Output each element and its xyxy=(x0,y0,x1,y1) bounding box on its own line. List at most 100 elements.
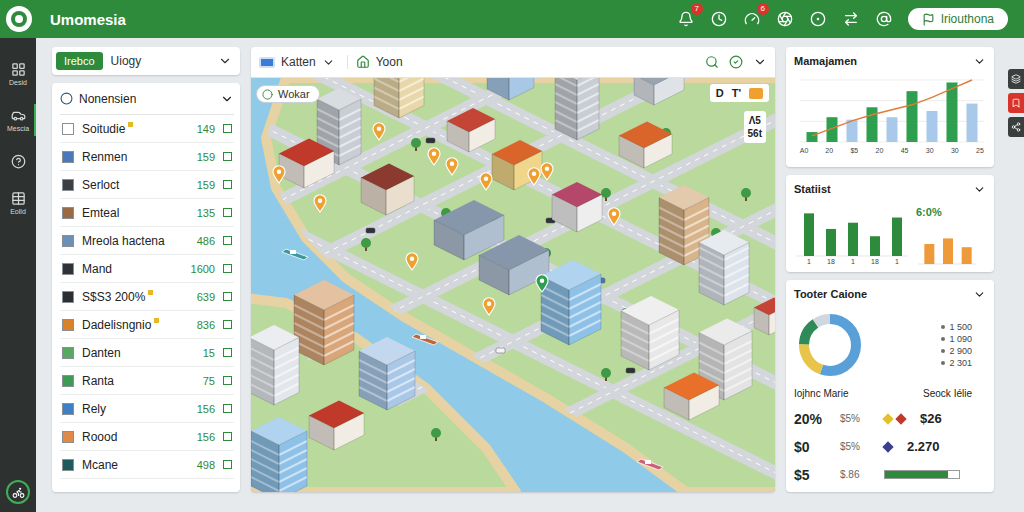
top-icon-button[interactable] xyxy=(775,9,795,29)
chart-bar[interactable] xyxy=(826,229,836,256)
row-checkbox[interactable] xyxy=(223,236,232,245)
list-row[interactable]: Mcane498 xyxy=(60,451,234,479)
chart-bar[interactable] xyxy=(807,132,818,142)
row-checkbox[interactable] xyxy=(223,208,232,217)
list-row[interactable]: Renmen159 xyxy=(60,143,234,171)
rail-item[interactable]: Mescia xyxy=(0,104,36,136)
chart-bar[interactable] xyxy=(867,107,878,142)
building[interactable] xyxy=(279,139,334,189)
row-checkbox[interactable] xyxy=(223,320,232,329)
top-icon-button[interactable] xyxy=(874,9,894,29)
top-icon-button[interactable] xyxy=(808,9,828,29)
map-pin-icon[interactable] xyxy=(428,148,440,165)
row-checkbox[interactable] xyxy=(223,180,232,189)
list-row[interactable]: Dadelisngnio836 xyxy=(60,311,234,339)
map-canvas[interactable]: WokarDT'Λ556t xyxy=(251,78,775,492)
map-pin-icon[interactable] xyxy=(483,298,495,315)
chart-bar[interactable] xyxy=(924,244,934,264)
map-pin-icon[interactable] xyxy=(446,158,458,175)
building[interactable] xyxy=(447,108,495,152)
row-checkbox[interactable] xyxy=(223,292,232,301)
check-icon[interactable] xyxy=(729,55,743,69)
side-tab[interactable] xyxy=(1008,117,1024,137)
map-pin-icon[interactable] xyxy=(536,275,548,292)
building[interactable] xyxy=(492,140,542,190)
list-row[interactable]: Danten15 xyxy=(60,339,234,367)
building[interactable] xyxy=(634,78,684,105)
row-checkbox[interactable] xyxy=(223,460,232,469)
list-row[interactable]: Emteal135 xyxy=(60,199,234,227)
map-pin-icon[interactable] xyxy=(528,168,540,185)
map-chip[interactable]: Wokar xyxy=(256,85,320,103)
building[interactable] xyxy=(699,230,749,305)
top-icon-button[interactable]: 6 xyxy=(742,9,762,29)
chart-bar[interactable] xyxy=(892,218,902,256)
top-icon-button[interactable]: 7 xyxy=(676,9,696,29)
card-header[interactable]: Mamajamen xyxy=(794,53,986,69)
donut-segment[interactable] xyxy=(804,319,856,371)
building[interactable] xyxy=(621,296,679,370)
summary-meter[interactable] xyxy=(884,470,960,479)
row-checkbox[interactable] xyxy=(223,264,232,273)
donut-segment[interactable] xyxy=(804,319,856,371)
chart-bar[interactable] xyxy=(943,238,953,264)
chart-bar[interactable] xyxy=(962,247,972,264)
card-header[interactable]: Tooter Caione xyxy=(794,286,986,302)
building[interactable] xyxy=(664,373,719,421)
rail-item[interactable]: Eolld xyxy=(0,187,36,219)
chart-bar[interactable] xyxy=(947,82,958,142)
chart-bar[interactable] xyxy=(927,111,938,142)
map-pin-icon[interactable] xyxy=(406,253,418,270)
map-pin-icon[interactable] xyxy=(480,173,492,190)
list-row[interactable]: Roood156 xyxy=(60,423,234,451)
search-icon[interactable] xyxy=(705,55,719,69)
list-row[interactable]: Serloct159 xyxy=(60,171,234,199)
building[interactable] xyxy=(251,325,299,405)
list-row[interactable]: Mreola hactena486 xyxy=(60,227,234,255)
donut-segment[interactable] xyxy=(804,319,856,371)
chart-bar[interactable] xyxy=(870,236,880,256)
rail-profile[interactable] xyxy=(6,480,30,504)
row-checkbox[interactable] xyxy=(223,432,232,441)
building[interactable] xyxy=(555,78,599,140)
list-row[interactable]: Ranta75 xyxy=(60,367,234,395)
building[interactable] xyxy=(619,122,672,169)
list-row[interactable]: S$S3 200%639 xyxy=(60,283,234,311)
chart-bar[interactable] xyxy=(907,91,918,142)
map-pin-icon[interactable] xyxy=(608,208,620,225)
place-label[interactable]: Yoon xyxy=(356,55,403,69)
building[interactable] xyxy=(754,298,775,336)
map-pin-icon[interactable] xyxy=(314,195,326,212)
top-icon-button[interactable] xyxy=(841,9,861,29)
list-row[interactable]: Rely156 xyxy=(60,395,234,423)
filter-tag[interactable]: Irebco xyxy=(56,52,103,70)
donut-segment[interactable] xyxy=(804,319,856,371)
building[interactable] xyxy=(479,235,549,295)
building[interactable] xyxy=(541,260,601,345)
building[interactable] xyxy=(294,280,354,365)
rail-item[interactable] xyxy=(0,150,36,173)
list-header[interactable]: Nonensien xyxy=(60,83,234,115)
list-row[interactable]: Soitudie149 xyxy=(60,115,234,143)
row-checkbox[interactable] xyxy=(223,348,232,357)
building[interactable] xyxy=(251,417,307,492)
row-checkbox[interactable] xyxy=(223,404,232,413)
building[interactable] xyxy=(487,78,534,100)
rail-item[interactable]: Desid xyxy=(0,58,36,90)
building[interactable] xyxy=(359,337,415,410)
building[interactable] xyxy=(374,78,424,118)
chevron-down-icon[interactable] xyxy=(753,55,767,69)
row-checkbox[interactable] xyxy=(223,124,232,133)
chart-bar[interactable] xyxy=(804,213,814,256)
building[interactable] xyxy=(309,401,364,451)
filter-select[interactable]: Uiogy xyxy=(111,54,232,68)
building[interactable] xyxy=(552,182,602,232)
layer-select[interactable]: Katten xyxy=(259,55,348,69)
row-checkbox[interactable] xyxy=(223,152,232,161)
map-pin-icon[interactable] xyxy=(541,163,553,180)
side-tab[interactable] xyxy=(1008,69,1024,89)
side-tab[interactable] xyxy=(1008,93,1024,113)
chart-bar[interactable] xyxy=(967,104,978,142)
row-checkbox[interactable] xyxy=(223,376,232,385)
map-pin-icon[interactable] xyxy=(373,123,385,140)
